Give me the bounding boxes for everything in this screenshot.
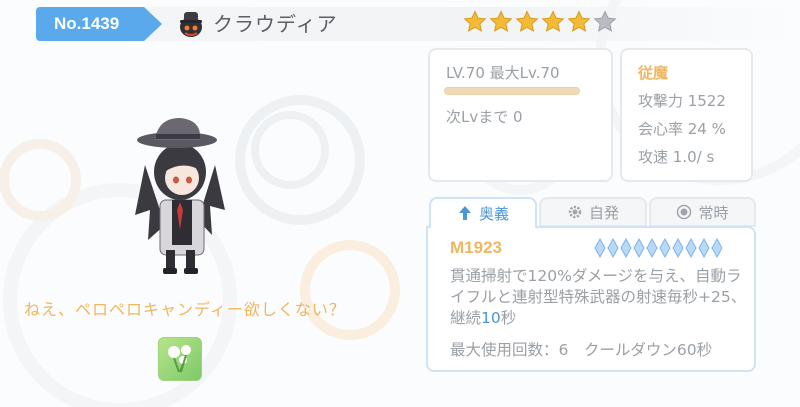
tab-ultimate[interactable]: 奥義	[429, 197, 537, 229]
star-filled-icon	[567, 10, 591, 32]
skill-panel: M1923 貫通掃射で120%ダメージを与え、自動ライフルと連射型特殊武器の射速…	[426, 226, 756, 372]
target-icon	[677, 204, 692, 220]
hat-character-icon	[180, 12, 202, 37]
stats-panel: 従魔 攻撃力 1522 会心率 24 % 攻速 1.0/ s	[620, 48, 753, 182]
tab-active[interactable]: 自発	[539, 197, 647, 227]
star-empty-icon	[593, 10, 617, 32]
skill-footer: 最大使用回数：6 クールダウン60秒	[450, 341, 713, 359]
skill-gem-icon	[698, 238, 710, 258]
skill-gem-icon	[620, 238, 632, 258]
star-filled-icon	[541, 10, 565, 32]
crit-stat: 会心率 24 %	[638, 120, 726, 138]
star-filled-icon	[489, 10, 513, 32]
skill-desc-suffix: 秒	[500, 309, 517, 327]
skill-gem-icon	[646, 238, 658, 258]
star-filled-icon	[515, 10, 539, 32]
character-quote: ねえ、ペロペロキャンディー欲しくない？	[24, 300, 346, 319]
speed-stat: 攻速 1.0/ s	[638, 148, 715, 166]
level-progress-fill	[445, 88, 579, 94]
unit-number-badge: No.1439	[36, 7, 162, 41]
skill-gem-icon	[594, 238, 606, 258]
level-progress-bar	[444, 87, 580, 95]
gear-icon	[568, 205, 582, 219]
tab-passive[interactable]: 常時	[649, 197, 756, 227]
skill-gem-icon	[633, 238, 645, 258]
skill-gem-icon	[607, 238, 619, 258]
skill-name: M1923	[450, 238, 502, 257]
character-portrait	[135, 118, 225, 274]
skill-description: 貫通掃射で120%ダメージを与え、自動ライフルと連射型特殊武器の射速毎秒+25、…	[450, 266, 755, 329]
tab-active-label: 自発	[588, 203, 619, 222]
level-panel: LV.70 最大Lv.70 次Lvまで 0	[428, 48, 613, 182]
skill-gem-icon	[672, 238, 684, 258]
star-filled-icon	[463, 10, 487, 32]
stats-title: 従魔	[638, 64, 669, 82]
balloon-skill-icon[interactable]	[158, 337, 202, 381]
rarity-stars	[463, 10, 617, 34]
skill-gems	[594, 238, 723, 258]
balloon-icon	[168, 345, 191, 373]
up-arrow-icon	[458, 206, 471, 220]
skill-gem-icon	[711, 238, 723, 258]
skill-duration-highlight: 10	[481, 309, 501, 327]
tab-passive-label: 常時	[698, 203, 729, 222]
level-text: LV.70 最大Lv.70	[446, 64, 560, 82]
skill-gem-icon	[685, 238, 697, 258]
tab-ultimate-label: 奥義	[478, 204, 509, 223]
attack-stat: 攻撃力 1522	[638, 92, 726, 110]
skill-gem-icon	[659, 238, 671, 258]
unit-name: クラウディア	[213, 12, 338, 36]
next-level-text: 次Lvまで 0	[446, 108, 523, 126]
